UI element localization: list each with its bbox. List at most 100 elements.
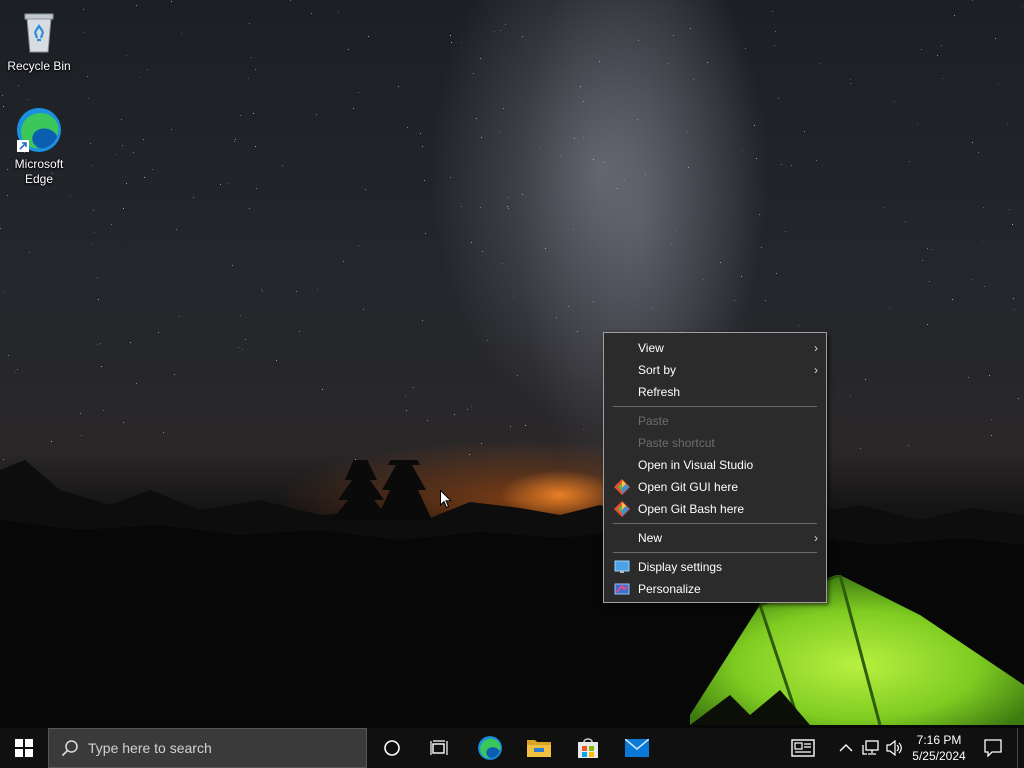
star (8, 355, 9, 356)
star (29, 252, 30, 253)
star (560, 155, 561, 156)
menu-item-label: Display settings (638, 560, 723, 574)
star (580, 86, 581, 87)
star (1014, 309, 1015, 310)
star (676, 230, 677, 231)
star (971, 279, 972, 280)
star (599, 61, 600, 62)
desktop-icon-recycle-bin[interactable]: Recycle Bin (1, 8, 77, 74)
star (476, 118, 477, 119)
star (922, 260, 923, 261)
star (469, 454, 470, 455)
menu-item-paste: Paste (604, 410, 826, 432)
star (734, 300, 735, 301)
star (671, 243, 672, 244)
start-button[interactable] (0, 728, 48, 768)
star (756, 158, 757, 159)
star (972, 0, 973, 1)
star (94, 232, 95, 233)
star (819, 63, 820, 64)
star (261, 289, 262, 290)
star (480, 58, 481, 59)
edge-icon (478, 736, 502, 760)
menu-separator (613, 523, 817, 524)
star (850, 396, 851, 397)
star (84, 32, 85, 33)
star (952, 299, 953, 300)
menu-item-label: Open Git Bash here (638, 502, 745, 516)
star (593, 301, 594, 302)
star (522, 194, 523, 195)
volume-button[interactable] (884, 728, 906, 768)
taskbar-mail-button[interactable] (613, 728, 661, 768)
menu-item-display-settings[interactable]: Display settings (604, 556, 826, 578)
star (785, 231, 786, 232)
menu-item-open-in-visual-studio[interactable]: Open in Visual Studio (604, 454, 826, 476)
star (97, 277, 98, 278)
chevron-up-icon (839, 744, 853, 752)
star (921, 49, 922, 50)
action-center-button[interactable] (978, 728, 1008, 768)
menu-item-new[interactable]: New › (604, 527, 826, 549)
menu-item-personalize[interactable]: Personalize (604, 578, 826, 600)
taskbar-edge-button[interactable] (466, 728, 514, 768)
star (778, 98, 779, 99)
menu-item-label: Paste shortcut (638, 436, 715, 450)
taskbar-file-explorer-button[interactable] (515, 728, 563, 768)
speaker-icon (886, 740, 902, 756)
star (481, 443, 482, 444)
news-and-interests-button[interactable] (780, 728, 826, 768)
taskbar-store-button[interactable] (564, 728, 612, 768)
star (424, 180, 425, 181)
star (256, 188, 257, 189)
star (772, 11, 773, 12)
star (282, 165, 283, 166)
mouse-cursor-icon (440, 490, 452, 509)
star (487, 340, 488, 341)
star (406, 410, 407, 411)
star (422, 320, 423, 321)
menu-item-label: Open in Visual Studio (638, 458, 754, 472)
star (358, 92, 359, 93)
recycle-bin-icon (24, 13, 54, 53)
show-hidden-icons-button[interactable] (836, 728, 856, 768)
star (1018, 398, 1019, 399)
menu-item-view[interactable]: View › (604, 337, 826, 359)
clock-button[interactable]: 7:16 PM 5/25/2024 (908, 728, 970, 768)
star (98, 299, 99, 300)
star (81, 435, 82, 436)
desktop-icon-microsoft-edge[interactable]: Microsoft Edge (1, 106, 77, 187)
star (525, 425, 526, 426)
desktop-context-menu: View › Sort by › Refresh Paste Paste sho… (603, 332, 827, 603)
star (954, 15, 955, 16)
menu-item-open-git-bash[interactable]: Open Git Bash here (604, 498, 826, 520)
star (1022, 6, 1023, 7)
star (471, 406, 472, 407)
star (126, 55, 127, 56)
menu-item-sort-by[interactable]: Sort by › (604, 359, 826, 381)
star (158, 332, 159, 333)
star (2, 95, 3, 96)
menu-item-open-git-gui[interactable]: Open Git GUI here (604, 476, 826, 498)
desktop-background[interactable]: Recycle Bin Microsoft Edge View › Sort b… (0, 0, 1024, 728)
star (942, 78, 943, 79)
star (982, 241, 983, 242)
star (174, 374, 175, 375)
star (927, 324, 928, 325)
menu-item-label: Sort by (638, 363, 677, 377)
menu-separator (613, 552, 817, 553)
network-button[interactable] (860, 728, 882, 768)
show-desktop-button[interactable] (1017, 728, 1024, 768)
star (193, 197, 194, 198)
star (87, 76, 88, 77)
star (556, 317, 557, 318)
star (407, 127, 408, 128)
star (240, 115, 241, 116)
star (989, 375, 990, 376)
cortana-button[interactable] (368, 728, 416, 768)
task-view-button[interactable] (416, 728, 464, 768)
star (707, 62, 708, 63)
taskbar-search-box[interactable]: Type here to search (48, 728, 367, 768)
menu-item-refresh[interactable]: Refresh (604, 381, 826, 403)
star (577, 331, 578, 332)
